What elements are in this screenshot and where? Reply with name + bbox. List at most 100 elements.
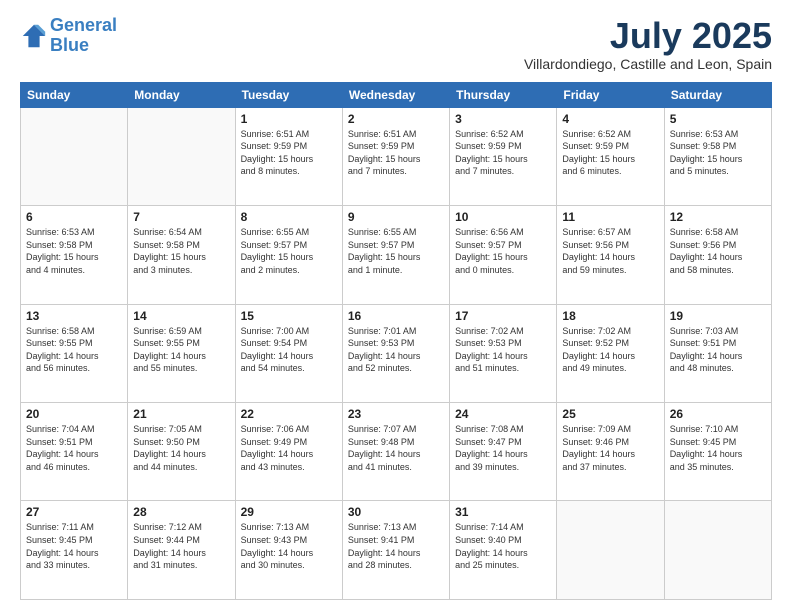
calendar-header-row: Sunday Monday Tuesday Wednesday Thursday…	[21, 82, 772, 107]
day-number: 20	[26, 407, 122, 421]
day-info: Sunrise: 6:51 AM Sunset: 9:59 PM Dayligh…	[241, 128, 337, 178]
day-number: 15	[241, 309, 337, 323]
day-number: 19	[670, 309, 766, 323]
calendar-week-3: 20 Sunrise: 7:04 AM Sunset: 9:51 PM Dayli…	[21, 403, 772, 501]
calendar-cell: 11 Sunrise: 6:57 AM Sunset: 9:56 PM Dayli…	[557, 206, 664, 304]
day-info: Sunrise: 6:55 AM Sunset: 9:57 PM Dayligh…	[241, 226, 337, 276]
day-info: Sunrise: 7:13 AM Sunset: 9:41 PM Dayligh…	[348, 521, 444, 571]
calendar-cell	[21, 107, 128, 205]
calendar-cell: 8 Sunrise: 6:55 AM Sunset: 9:57 PM Daylig…	[235, 206, 342, 304]
calendar-week-2: 13 Sunrise: 6:58 AM Sunset: 9:55 PM Dayli…	[21, 304, 772, 402]
day-info: Sunrise: 7:00 AM Sunset: 9:54 PM Dayligh…	[241, 325, 337, 375]
calendar-cell	[664, 501, 771, 600]
calendar-cell: 6 Sunrise: 6:53 AM Sunset: 9:58 PM Daylig…	[21, 206, 128, 304]
day-info: Sunrise: 7:04 AM Sunset: 9:51 PM Dayligh…	[26, 423, 122, 473]
day-number: 11	[562, 210, 658, 224]
page: General Blue July 2025 Villardondiego, C…	[0, 0, 792, 612]
col-sunday: Sunday	[21, 82, 128, 107]
day-info: Sunrise: 6:53 AM Sunset: 9:58 PM Dayligh…	[670, 128, 766, 178]
calendar-cell: 20 Sunrise: 7:04 AM Sunset: 9:51 PM Dayli…	[21, 403, 128, 501]
day-number: 1	[241, 112, 337, 126]
calendar-cell: 18 Sunrise: 7:02 AM Sunset: 9:52 PM Dayli…	[557, 304, 664, 402]
calendar-cell: 2Sunrise: 6:51 AM Sunset: 9:59 PM Daylig…	[342, 107, 449, 205]
calendar-cell: 24Sunrise: 7:08 AM Sunset: 9:47 PM Dayli…	[450, 403, 557, 501]
day-number: 8	[241, 210, 337, 224]
day-info: Sunrise: 7:02 AM Sunset: 9:53 PM Dayligh…	[455, 325, 551, 375]
day-info: Sunrise: 6:56 AM Sunset: 9:57 PM Dayligh…	[455, 226, 551, 276]
calendar-cell: 15 Sunrise: 7:00 AM Sunset: 9:54 PM Dayli…	[235, 304, 342, 402]
day-info: Sunrise: 6:55 AM Sunset: 9:57 PM Dayligh…	[348, 226, 444, 276]
calendar-cell: 3 Sunrise: 6:52 AM Sunset: 9:59 PM Daylig…	[450, 107, 557, 205]
day-info: Sunrise: 7:01 AM Sunset: 9:53 PM Dayligh…	[348, 325, 444, 375]
day-info: Sunrise: 7:13 AM Sunset: 9:43 PM Dayligh…	[241, 521, 337, 571]
calendar-cell: 26 Sunrise: 7:10 AM Sunset: 9:45 PM Dayli…	[664, 403, 771, 501]
day-info: Sunrise: 7:02 AM Sunset: 9:52 PM Dayligh…	[562, 325, 658, 375]
calendar-cell: 31 Sunrise: 7:14 AM Sunset: 9:40 PM Dayli…	[450, 501, 557, 600]
day-number: 23	[348, 407, 444, 421]
title-block: July 2025 Villardondiego, Castille and L…	[524, 16, 772, 72]
calendar-cell: 19Sunrise: 7:03 AM Sunset: 9:51 PM Dayli…	[664, 304, 771, 402]
day-info: Sunrise: 7:05 AM Sunset: 9:50 PM Dayligh…	[133, 423, 229, 473]
calendar-cell: 29 Sunrise: 7:13 AM Sunset: 9:43 PM Dayli…	[235, 501, 342, 600]
calendar-cell: 12Sunrise: 6:58 AM Sunset: 9:56 PM Dayli…	[664, 206, 771, 304]
header: General Blue July 2025 Villardondiego, C…	[20, 16, 772, 72]
day-number: 18	[562, 309, 658, 323]
col-wednesday: Wednesday	[342, 82, 449, 107]
calendar-cell	[128, 107, 235, 205]
day-number: 5	[670, 112, 766, 126]
day-number: 4	[562, 112, 658, 126]
calendar-cell	[557, 501, 664, 600]
day-number: 6	[26, 210, 122, 224]
day-number: 17	[455, 309, 551, 323]
day-info: Sunrise: 6:51 AM Sunset: 9:59 PM Dayligh…	[348, 128, 444, 178]
day-info: Sunrise: 7:12 AM Sunset: 9:44 PM Dayligh…	[133, 521, 229, 571]
calendar-table: Sunday Monday Tuesday Wednesday Thursday…	[20, 82, 772, 600]
calendar-cell: 27Sunrise: 7:11 AM Sunset: 9:45 PM Dayli…	[21, 501, 128, 600]
calendar-cell: 22Sunrise: 7:06 AM Sunset: 9:49 PM Dayli…	[235, 403, 342, 501]
calendar-cell: 21 Sunrise: 7:05 AM Sunset: 9:50 PM Dayli…	[128, 403, 235, 501]
calendar-week-4: 27Sunrise: 7:11 AM Sunset: 9:45 PM Dayli…	[21, 501, 772, 600]
day-info: Sunrise: 7:09 AM Sunset: 9:46 PM Dayligh…	[562, 423, 658, 473]
day-info: Sunrise: 6:57 AM Sunset: 9:56 PM Dayligh…	[562, 226, 658, 276]
calendar-cell: 14Sunrise: 6:59 AM Sunset: 9:55 PM Dayli…	[128, 304, 235, 402]
calendar-cell: 28 Sunrise: 7:12 AM Sunset: 9:44 PM Dayli…	[128, 501, 235, 600]
col-saturday: Saturday	[664, 82, 771, 107]
calendar-cell: 7Sunrise: 6:54 AM Sunset: 9:58 PM Daylig…	[128, 206, 235, 304]
day-info: Sunrise: 7:10 AM Sunset: 9:45 PM Dayligh…	[670, 423, 766, 473]
logo-line1: General	[50, 15, 117, 35]
col-friday: Friday	[557, 82, 664, 107]
day-number: 13	[26, 309, 122, 323]
day-number: 30	[348, 505, 444, 519]
col-monday: Monday	[128, 82, 235, 107]
day-number: 16	[348, 309, 444, 323]
day-number: 31	[455, 505, 551, 519]
calendar-week-0: 1 Sunrise: 6:51 AM Sunset: 9:59 PM Daylig…	[21, 107, 772, 205]
day-info: Sunrise: 6:52 AM Sunset: 9:59 PM Dayligh…	[455, 128, 551, 178]
day-number: 10	[455, 210, 551, 224]
calendar-cell: 1 Sunrise: 6:51 AM Sunset: 9:59 PM Daylig…	[235, 107, 342, 205]
calendar-cell: 16 Sunrise: 7:01 AM Sunset: 9:53 PM Dayli…	[342, 304, 449, 402]
calendar-cell: 10 Sunrise: 6:56 AM Sunset: 9:57 PM Dayli…	[450, 206, 557, 304]
day-info: Sunrise: 6:52 AM Sunset: 9:59 PM Dayligh…	[562, 128, 658, 178]
day-info: Sunrise: 6:53 AM Sunset: 9:58 PM Dayligh…	[26, 226, 122, 276]
day-number: 9	[348, 210, 444, 224]
day-info: Sunrise: 6:58 AM Sunset: 9:55 PM Dayligh…	[26, 325, 122, 375]
day-info: Sunrise: 6:54 AM Sunset: 9:58 PM Dayligh…	[133, 226, 229, 276]
calendar-week-1: 6 Sunrise: 6:53 AM Sunset: 9:58 PM Daylig…	[21, 206, 772, 304]
day-number: 3	[455, 112, 551, 126]
logo-icon	[20, 22, 48, 50]
logo-text: General Blue	[50, 16, 117, 56]
day-number: 21	[133, 407, 229, 421]
logo: General Blue	[20, 16, 117, 56]
day-number: 28	[133, 505, 229, 519]
col-tuesday: Tuesday	[235, 82, 342, 107]
day-info: Sunrise: 7:06 AM Sunset: 9:49 PM Dayligh…	[241, 423, 337, 473]
day-number: 29	[241, 505, 337, 519]
calendar-body: 1 Sunrise: 6:51 AM Sunset: 9:59 PM Daylig…	[21, 107, 772, 599]
day-number: 26	[670, 407, 766, 421]
location-title: Villardondiego, Castille and Leon, Spain	[524, 56, 772, 72]
day-number: 12	[670, 210, 766, 224]
day-number: 14	[133, 309, 229, 323]
calendar-cell: 4 Sunrise: 6:52 AM Sunset: 9:59 PM Daylig…	[557, 107, 664, 205]
day-info: Sunrise: 7:14 AM Sunset: 9:40 PM Dayligh…	[455, 521, 551, 571]
